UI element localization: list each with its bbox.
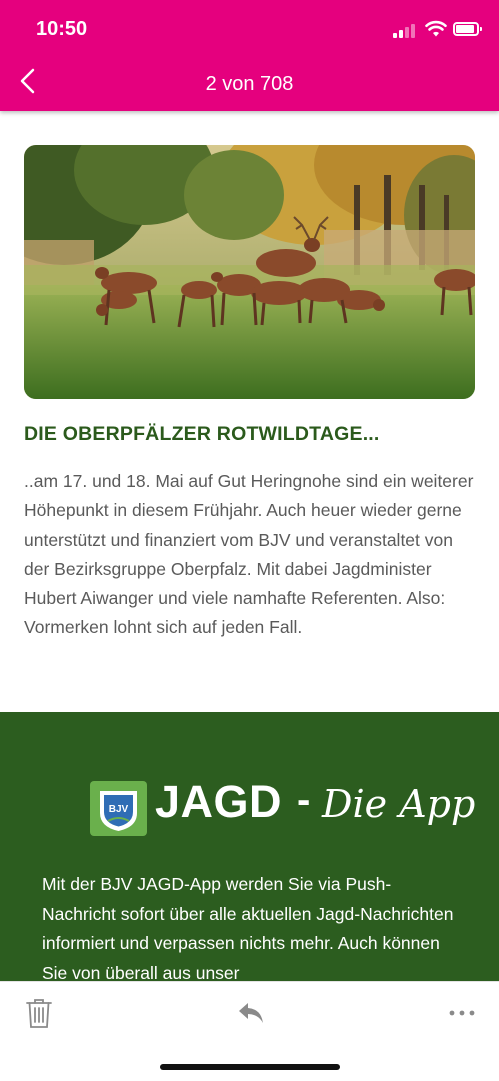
more-button[interactable]: [447, 1006, 477, 1018]
cellular-signal-icon: [393, 22, 419, 38]
promo-text: Mit der BJV JAGD-App werden Sie via Push…: [42, 874, 454, 982]
logo-jagd-text: JAGD: [155, 776, 283, 827]
reply-icon: [239, 1003, 263, 1023]
logo-die-app-text: Die App: [322, 782, 476, 826]
bjv-crest-icon: BJV: [100, 791, 137, 831]
battery-icon: [453, 22, 482, 36]
svg-text:BJV: BJV: [109, 804, 129, 815]
reply-button[interactable]: [236, 1000, 266, 1026]
article-headline: DIE OBERPFÄLZER ROTWILDTAGE...: [24, 423, 380, 445]
page-title: 2 von 708: [205, 73, 294, 95]
status-time: 10:50: [36, 18, 88, 40]
status-icons: [375, 20, 482, 40]
bjv-logo: BJV: [90, 781, 147, 836]
delete-button[interactable]: [24, 996, 54, 1030]
home-indicator[interactable]: [160, 1064, 340, 1070]
article-image: [24, 145, 475, 399]
logo-dash: -: [297, 778, 311, 822]
top-bar: 10:50 2 von 708: [0, 0, 499, 111]
wifi-icon: [425, 20, 447, 37]
trash-icon: [26, 999, 52, 1028]
article-body: ..am 17. und 18. Mai auf Gut Heringnohe …: [24, 471, 474, 638]
promo-banner: BJV JAGD - Die App Mit der BJV JAGD-App …: [0, 712, 499, 982]
more-icon: [449, 1010, 475, 1016]
